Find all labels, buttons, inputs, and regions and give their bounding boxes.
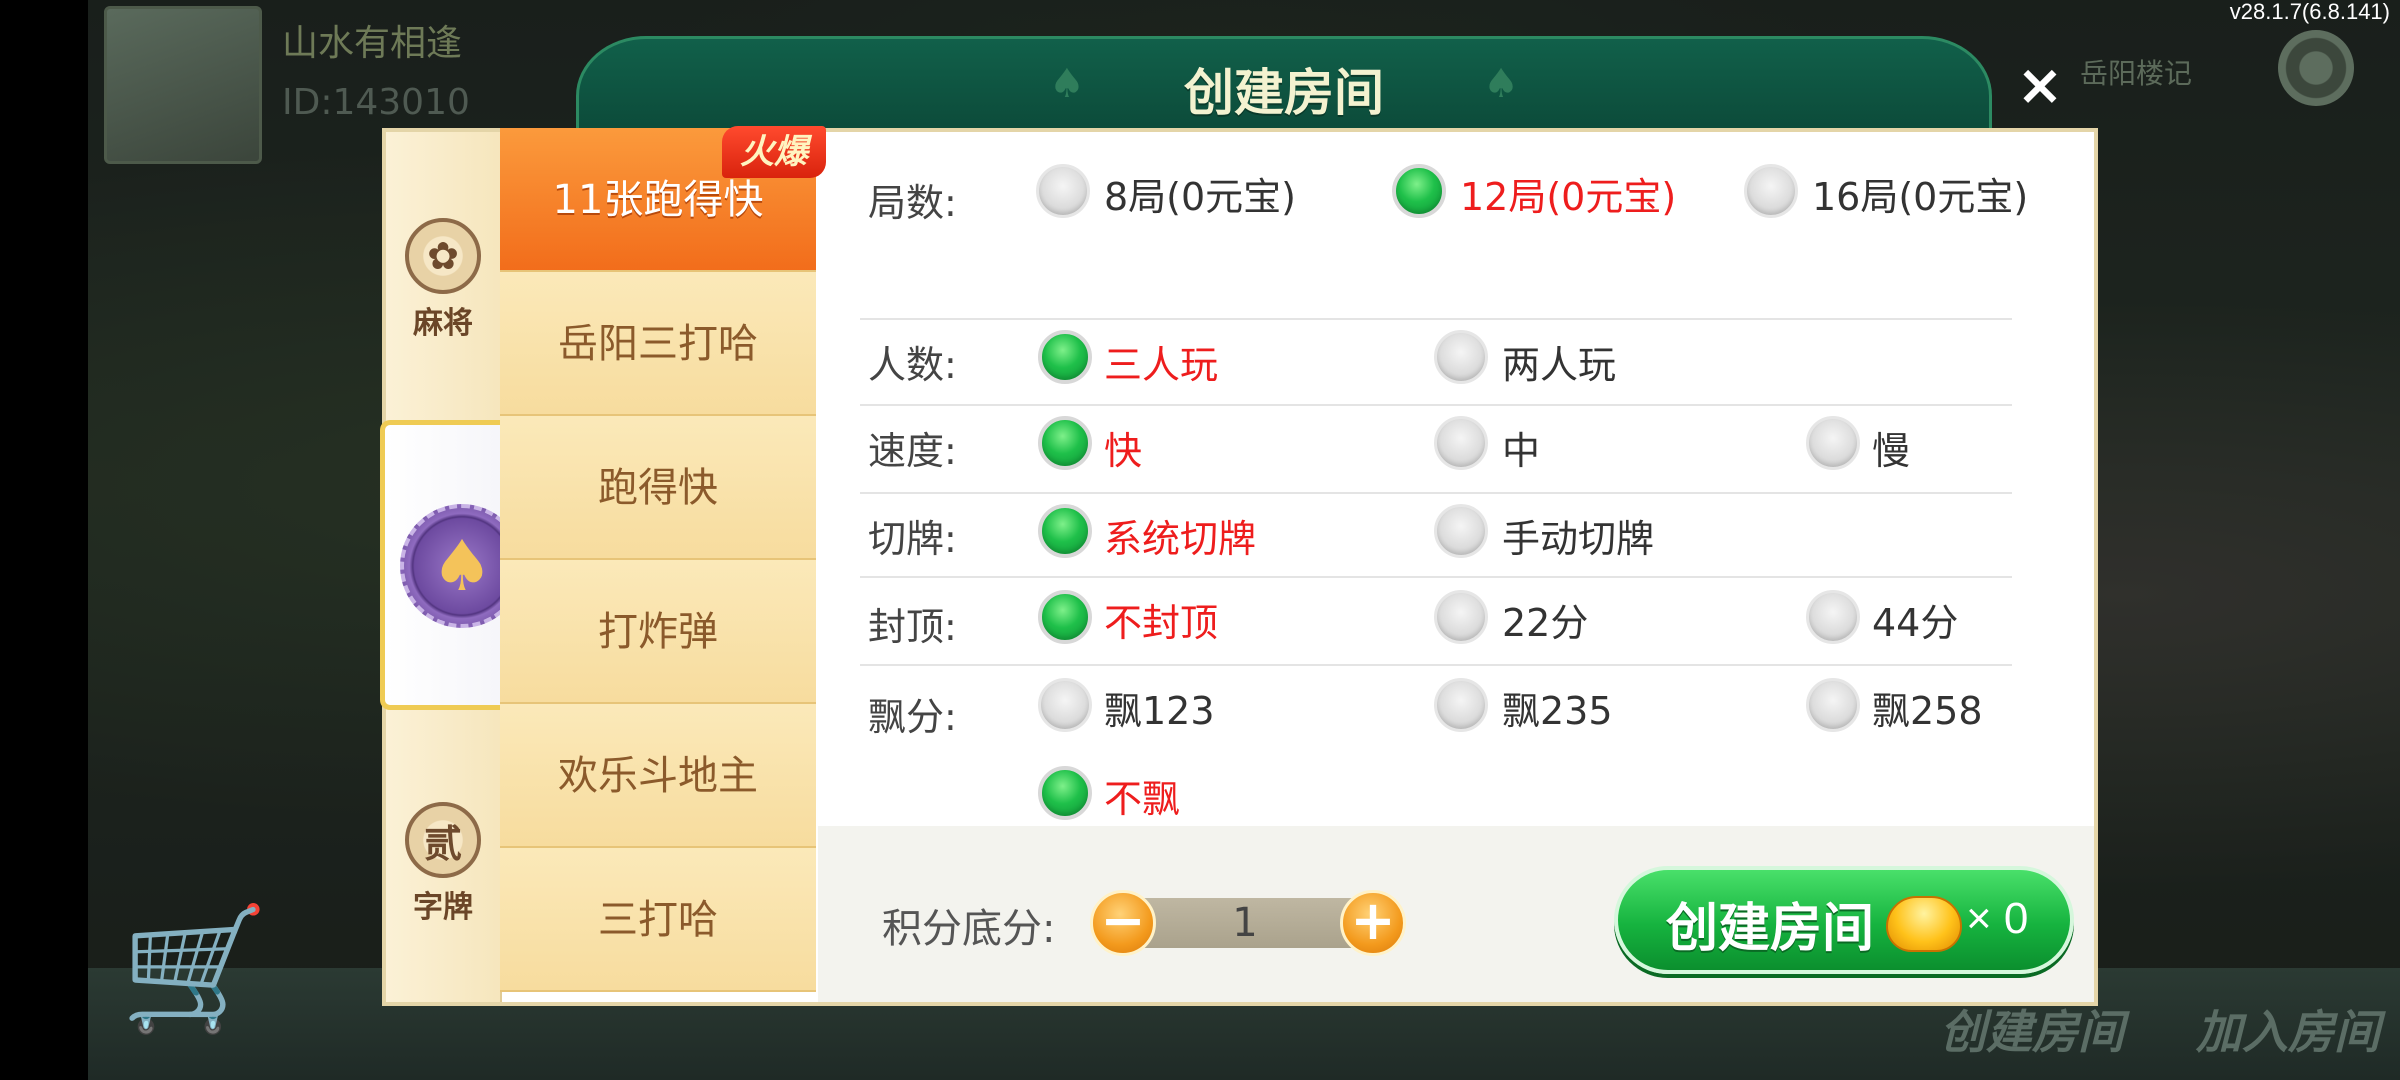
- base-score-minus-button[interactable]: −: [1090, 890, 1156, 956]
- divider: [860, 404, 2012, 406]
- dialog-header: ♠ ♠ 创建房间: [576, 36, 1992, 130]
- cap-label: 封顶:: [868, 605, 957, 649]
- cut-system-radio[interactable]: [1038, 504, 1092, 558]
- float-none-text[interactable]: 不飘: [1104, 768, 1180, 823]
- float-235-text[interactable]: 飘235: [1502, 680, 1613, 735]
- float-235-radio[interactable]: [1434, 678, 1488, 732]
- rounds-16-text[interactable]: 16局(0元宝): [1812, 166, 2028, 221]
- player-avatar: [104, 6, 262, 164]
- float-258-radio[interactable]: [1806, 678, 1860, 732]
- speed-fast-text[interactable]: 快: [1104, 420, 1142, 475]
- game-tab-sandaha[interactable]: 三打哈: [500, 848, 816, 992]
- version-label: v28.1.7(6.8.141): [2229, 0, 2390, 24]
- game-tab-paodekuai[interactable]: 跑得快: [500, 416, 816, 560]
- category-zipai[interactable]: 贰 字牌: [386, 802, 500, 926]
- rounds-8-radio[interactable]: [1036, 164, 1090, 218]
- float-258-text[interactable]: 飘258: [1872, 680, 1983, 735]
- cap-22-radio[interactable]: [1434, 590, 1488, 644]
- float-123-text[interactable]: 飘123: [1104, 680, 1215, 735]
- speed-medium-radio[interactable]: [1434, 416, 1488, 470]
- game-list: 11张跑得快 岳阳三打哈 跑得快 打炸弹 欢乐斗地主 三打哈: [500, 128, 816, 992]
- create-room-label: 创建房间: [1666, 899, 1875, 959]
- hot-badge: 火爆: [722, 126, 826, 178]
- float-label: 飘分:: [868, 695, 957, 739]
- game-tab-doudizhu[interactable]: 欢乐斗地主: [500, 704, 816, 848]
- game-tab-dazhadan[interactable]: 打炸弹: [500, 560, 816, 704]
- float-123-radio[interactable]: [1038, 678, 1092, 732]
- category-mahjong[interactable]: ✿ 麻将: [386, 218, 500, 342]
- shop-cart-icon: 🛒: [120, 900, 270, 1039]
- divider: [860, 492, 2012, 494]
- category-label: 麻将: [413, 306, 473, 341]
- base-score-value: 1: [1232, 900, 1258, 946]
- base-score-plus-button[interactable]: +: [1340, 890, 1406, 956]
- game-tab-yueyang-sandaha[interactable]: 岳阳三打哈: [500, 272, 816, 416]
- room-info-label: 岳阳楼记: [2080, 57, 2193, 90]
- settings-gear-icon: [2278, 30, 2354, 106]
- divider: [860, 576, 2012, 578]
- cut-label: 切牌:: [868, 517, 957, 561]
- speed-slow-text[interactable]: 慢: [1872, 420, 1910, 475]
- category-label: 字牌: [413, 890, 473, 925]
- cap-none-radio[interactable]: [1038, 590, 1092, 644]
- base-score-label: 积分底分:: [882, 906, 1056, 952]
- float-none-radio[interactable]: [1038, 766, 1092, 820]
- gold-ingot-icon: [1886, 896, 1962, 952]
- cut-manual-radio[interactable]: [1434, 504, 1488, 558]
- rounds-16-radio[interactable]: [1744, 164, 1798, 218]
- player-id: ID:143010: [282, 82, 470, 123]
- create-room-cost: × 0: [1966, 894, 2029, 943]
- rounds-label: 局数:: [868, 181, 957, 225]
- players-3-radio[interactable]: [1038, 330, 1092, 384]
- dialog-title: 创建房间: [1184, 64, 1384, 122]
- rounds-12-text[interactable]: 12局(0元宝): [1460, 166, 1676, 221]
- speed-label: 速度:: [868, 429, 957, 473]
- speed-medium-text[interactable]: 中: [1502, 420, 1540, 475]
- speed-slow-radio[interactable]: [1806, 416, 1860, 470]
- cap-44-text[interactable]: 44分: [1872, 592, 1958, 647]
- cut-manual-text[interactable]: 手动切牌: [1502, 508, 1654, 563]
- lobby-join-room-button: 加入房间: [2196, 1005, 2380, 1059]
- players-label: 人数:: [868, 343, 957, 387]
- cap-44-radio[interactable]: [1806, 590, 1860, 644]
- flower-badge-icon: ✿: [405, 218, 481, 294]
- cap-none-text[interactable]: 不封顶: [1104, 592, 1218, 647]
- close-button[interactable]: ×: [2012, 58, 2068, 114]
- players-3-text[interactable]: 三人玩: [1104, 334, 1218, 389]
- rounds-12-radio[interactable]: [1392, 164, 1446, 218]
- player-name: 山水有相逢: [282, 23, 463, 64]
- players-2-radio[interactable]: [1434, 330, 1488, 384]
- cap-22-text[interactable]: 22分: [1502, 592, 1588, 647]
- players-2-text[interactable]: 两人玩: [1502, 334, 1616, 389]
- speed-fast-radio[interactable]: [1038, 416, 1092, 470]
- divider: [860, 664, 2012, 666]
- er-badge-icon: 贰: [405, 802, 481, 878]
- rounds-8-text[interactable]: 8局(0元宝): [1104, 166, 1296, 221]
- divider: [860, 318, 2012, 320]
- cut-system-text[interactable]: 系统切牌: [1104, 508, 1256, 563]
- create-room-button[interactable]: 创建房间 × 0: [1614, 866, 2074, 974]
